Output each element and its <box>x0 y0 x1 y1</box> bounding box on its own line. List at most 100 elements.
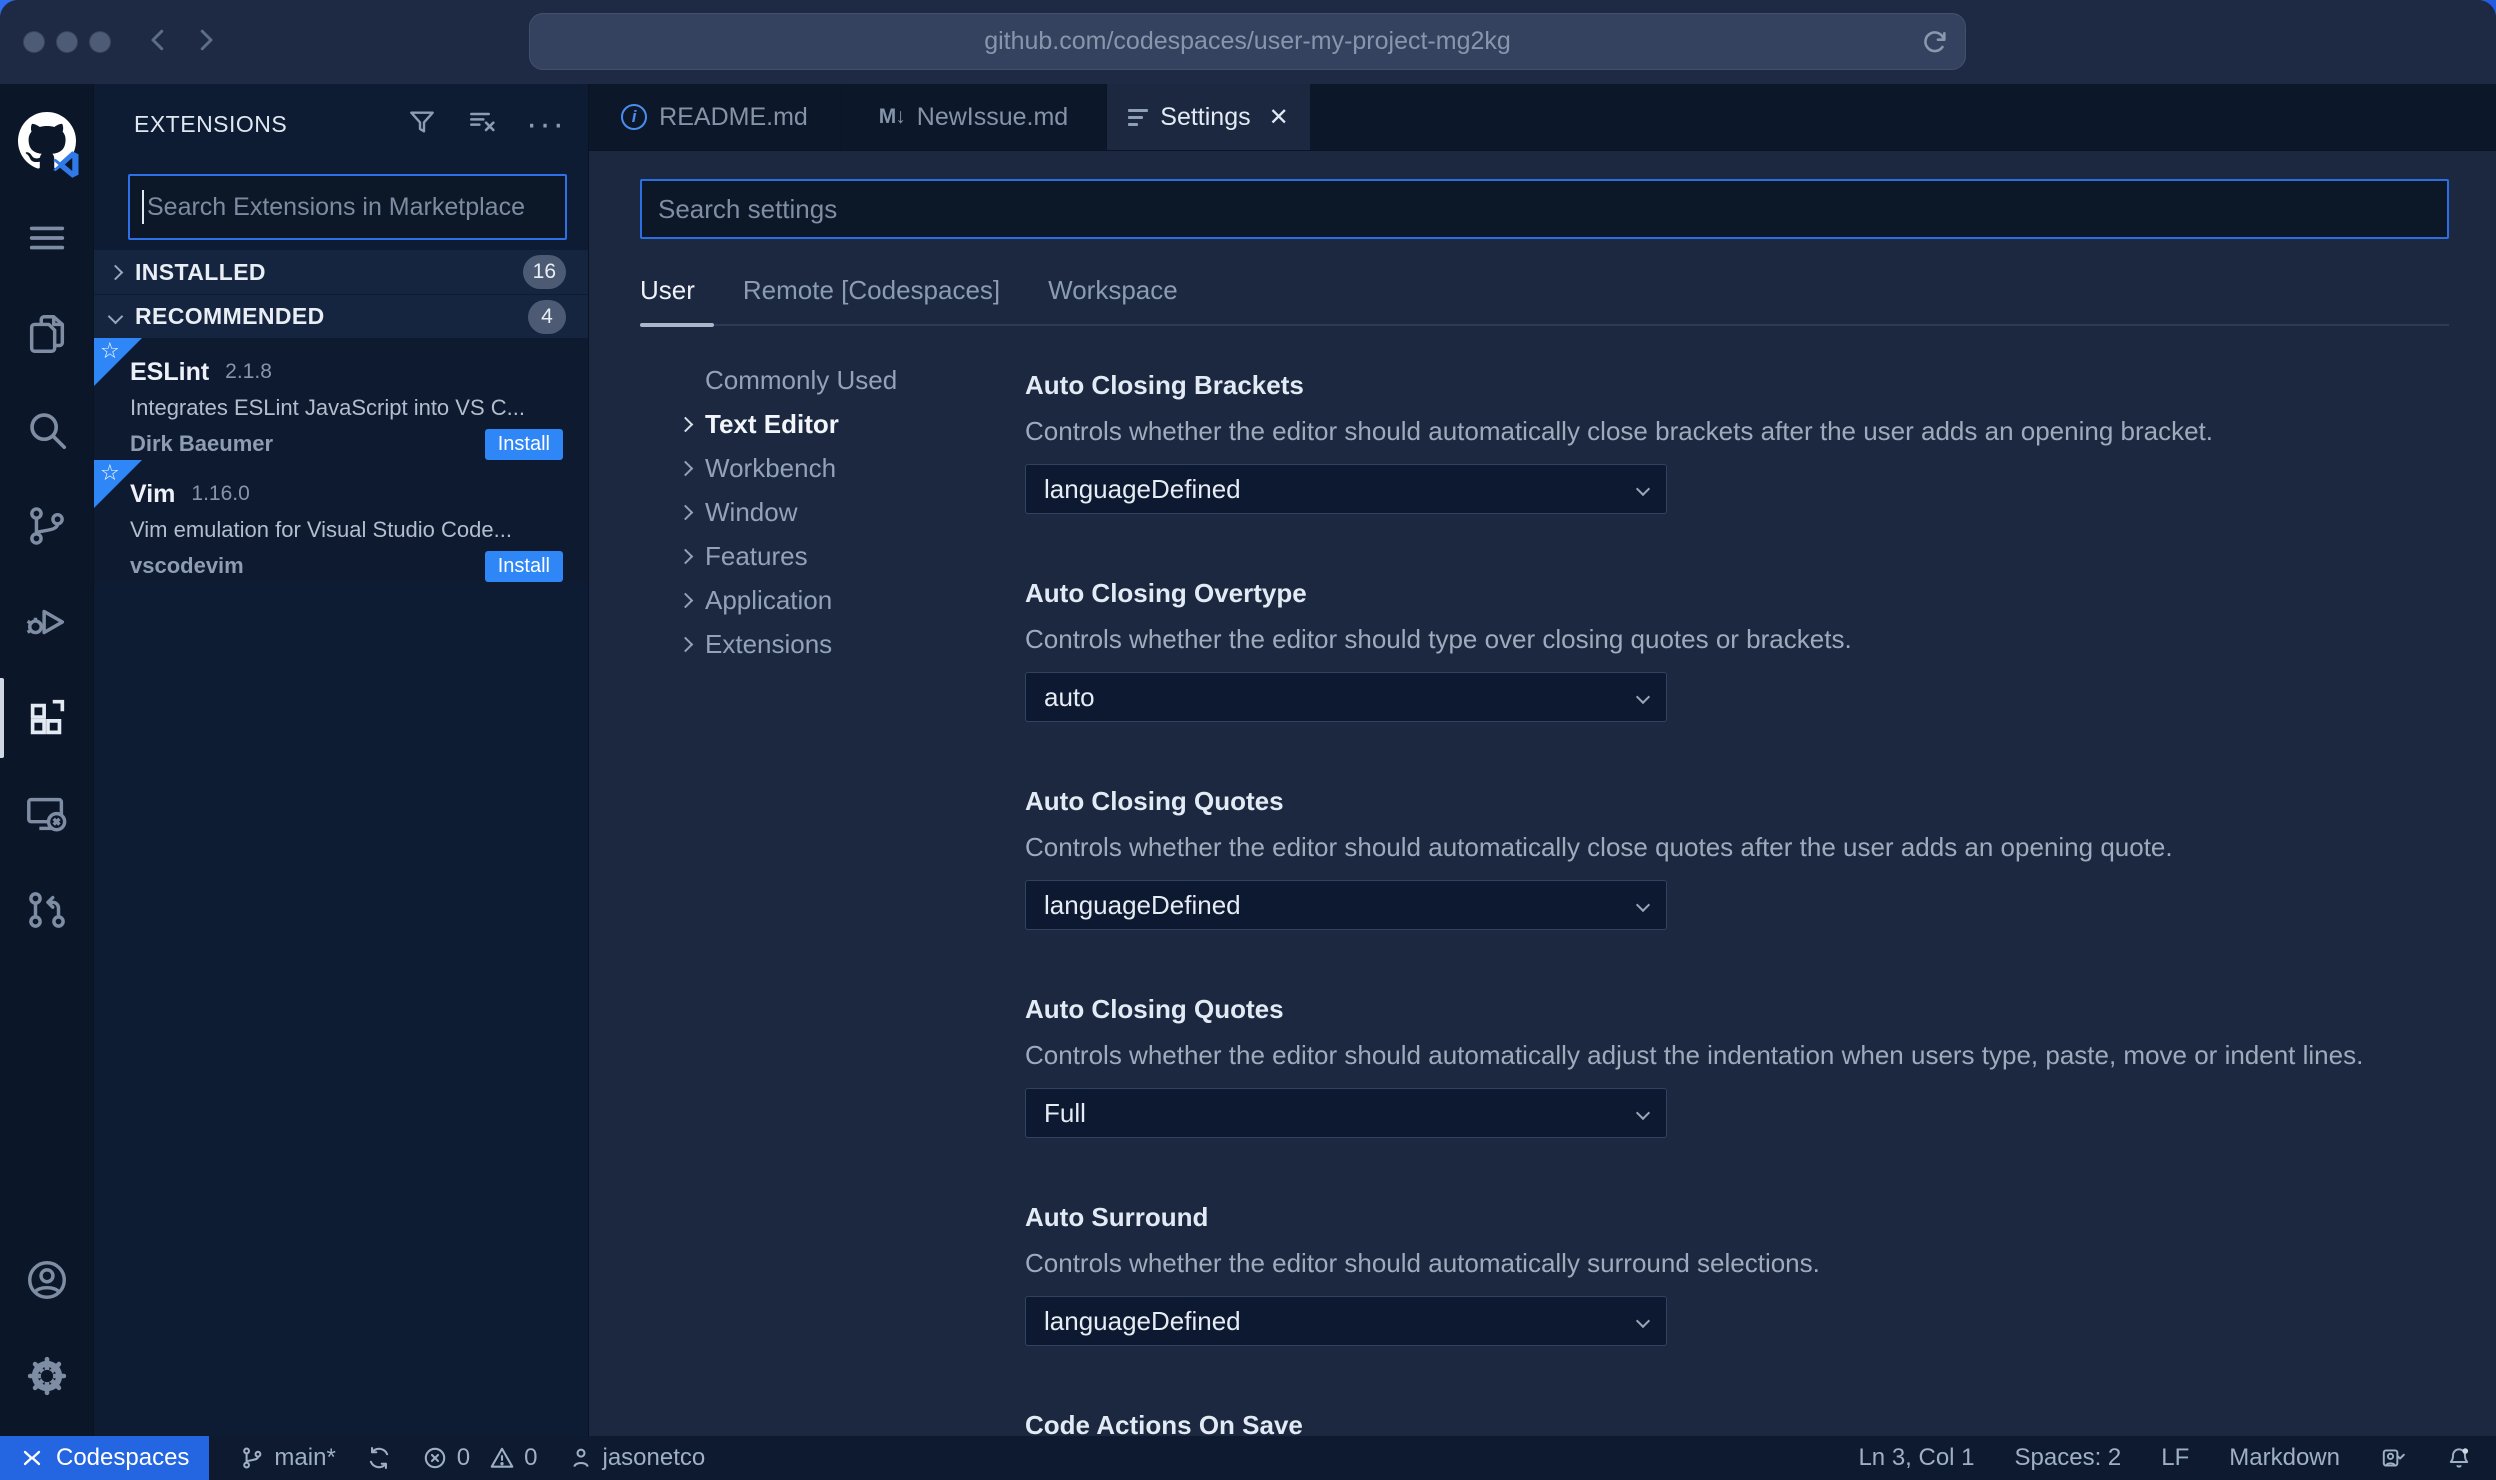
codespaces-remote-button[interactable]: Codespaces <box>0 1436 210 1480</box>
extension-item-eslint[interactable]: ☆ ESLint 2.1.8 Integrates ESLint JavaScr… <box>94 338 588 460</box>
more-actions-icon[interactable]: ··· <box>526 107 566 141</box>
problems-status[interactable]: 0 0 <box>422 1444 538 1472</box>
tab-readme[interactable]: i README.md <box>589 84 841 150</box>
back-icon[interactable] <box>143 25 173 60</box>
setting-dropdown[interactable]: Full <box>1025 1088 1667 1138</box>
scope-tab-workspace[interactable]: Workspace <box>1048 275 1178 306</box>
sidebar-title: EXTENSIONS <box>134 110 288 137</box>
browser-window: github.com/codespaces/user-my-project-mg… <box>0 0 2496 1480</box>
recommended-count-badge: 4 <box>528 299 566 334</box>
setting-dropdown[interactable]: languageDefined <box>1025 464 1667 514</box>
workbench: EXTENSIONS ··· Search Extensions in Mark… <box>0 84 2496 1436</box>
notifications-button[interactable] <box>2446 1445 2472 1471</box>
warning-icon <box>490 1447 514 1468</box>
settings-scope-tabs: User Remote [Codespaces] Workspace <box>640 275 2449 306</box>
extension-author: Dirk Baeumer <box>130 431 274 456</box>
explorer-button[interactable] <box>0 286 93 382</box>
setting-dropdown[interactable]: languageDefined <box>1025 1296 1667 1346</box>
run-debug-button[interactable] <box>0 574 93 670</box>
branch-status[interactable]: main* <box>239 1444 336 1472</box>
remote-icon <box>23 1450 41 1466</box>
github-codespaces-logo <box>0 92 93 190</box>
pull-request-button[interactable] <box>0 862 93 958</box>
url-text: github.com/codespaces/user-my-project-mg… <box>984 27 1511 55</box>
search-icon <box>29 413 66 450</box>
account-button[interactable] <box>0 1232 93 1328</box>
settings-list: Auto Closing Brackets Controls whether t… <box>1025 358 2449 1436</box>
files-icon <box>29 315 64 353</box>
tab-label: NewIssue.md <box>916 102 1069 131</box>
toc-commonly-used[interactable]: Commonly Used <box>680 358 1025 402</box>
toc-features[interactable]: Features <box>677 534 1025 578</box>
filter-icon[interactable] <box>406 106 438 143</box>
feedback-button[interactable] <box>2380 1445 2406 1471</box>
toc-extensions[interactable]: Extensions <box>677 622 1025 666</box>
setting-title: Auto Closing Brackets <box>1025 370 1304 400</box>
error-icon <box>424 1447 446 1469</box>
scope-tab-user[interactable]: User <box>640 275 695 306</box>
setting-dropdown[interactable]: auto <box>1025 672 1667 722</box>
installed-count-badge: 16 <box>522 255 566 289</box>
tab-label: README.md <box>659 102 808 131</box>
user-label: jasonetco <box>602 1444 706 1471</box>
eol-label: LF <box>2161 1444 2190 1471</box>
debug-icon <box>26 609 64 635</box>
setting-dropdown[interactable]: languageDefined <box>1025 880 1667 930</box>
section-installed[interactable]: INSTALLED 16 <box>94 250 588 294</box>
active-indicator <box>0 678 4 758</box>
dropdown-value: languageDefined <box>1044 1305 1241 1336</box>
setting-description: Controls whether the editor should type … <box>1025 624 1852 654</box>
toc-workbench[interactable]: Workbench <box>677 446 1025 490</box>
scope-tab-remote[interactable]: Remote [Codespaces] <box>743 275 1000 306</box>
user-status[interactable]: jasonetco <box>568 1444 706 1472</box>
toc-application[interactable]: Application <box>677 578 1025 622</box>
toc-window[interactable]: Window <box>677 490 1025 534</box>
reload-icon[interactable] <box>1921 28 1949 56</box>
setting-title: Auto Surround <box>1025 1202 1209 1232</box>
chevron-right-icon <box>677 416 694 432</box>
maximize-window-button[interactable] <box>89 31 111 53</box>
tab-settings[interactable]: Settings ✕ <box>1107 84 1310 150</box>
tab-label: Settings <box>1160 102 1251 131</box>
tab-newissue[interactable]: M↓ NewIssue.md <box>841 84 1107 150</box>
eol-status[interactable]: LF <box>2161 1444 2189 1472</box>
minimize-window-button[interactable] <box>56 31 78 53</box>
close-window-button[interactable] <box>23 31 45 53</box>
chevron-down-icon <box>1635 897 1651 913</box>
extension-item-vim[interactable]: ☆ Vim 1.16.0 Vim emulation for Visual St… <box>94 460 588 582</box>
chevron-right-icon <box>677 460 694 476</box>
account-icon <box>27 1261 66 1299</box>
extensions-button[interactable] <box>0 670 93 766</box>
menu-button[interactable] <box>0 190 93 286</box>
extension-description: Integrates ESLint JavaScript into VS C..… <box>130 395 525 420</box>
git-branch-icon <box>243 1447 262 1469</box>
toc-label: Extensions <box>705 628 833 659</box>
extension-list: ☆ ESLint 2.1.8 Integrates ESLint JavaScr… <box>94 338 588 582</box>
install-button[interactable]: Install <box>484 550 563 582</box>
language-mode-status[interactable]: Markdown <box>2229 1444 2340 1472</box>
remote-explorer-button[interactable] <box>0 766 93 862</box>
hamburger-icon <box>29 226 64 250</box>
setting-title: Auto Closing Quotes <box>1025 786 1284 816</box>
sync-status[interactable] <box>366 1445 392 1471</box>
text-cursor <box>142 190 144 224</box>
forward-icon[interactable] <box>191 25 221 60</box>
cursor-position-status[interactable]: Ln 3, Col 1 <box>1858 1444 1974 1472</box>
source-control-button[interactable] <box>0 478 93 574</box>
clear-search-results-icon[interactable] <box>466 106 498 143</box>
indentation-status[interactable]: Spaces: 2 <box>2015 1444 2122 1472</box>
settings-gear-button[interactable] <box>0 1328 93 1424</box>
chevron-right-icon <box>677 548 694 564</box>
extensions-search-input[interactable]: Search Extensions in Marketplace <box>128 174 567 240</box>
toc-text-editor[interactable]: Text Editor <box>677 402 1025 446</box>
toc-label: Window <box>705 496 798 527</box>
extensions-search-placeholder: Search Extensions in Marketplace <box>147 192 525 221</box>
search-button[interactable] <box>0 382 93 478</box>
install-button[interactable]: Install <box>484 428 563 460</box>
close-icon[interactable]: ✕ <box>1269 103 1289 132</box>
settings-search-input[interactable] <box>640 179 2449 239</box>
section-recommended[interactable]: RECOMMENDED 4 <box>94 294 588 338</box>
address-bar[interactable]: github.com/codespaces/user-my-project-mg… <box>529 13 1966 70</box>
setting-auto-closing-quotes: Auto Closing Quotes Controls whether the… <box>1025 784 2449 930</box>
chevron-down-icon <box>1635 481 1651 497</box>
